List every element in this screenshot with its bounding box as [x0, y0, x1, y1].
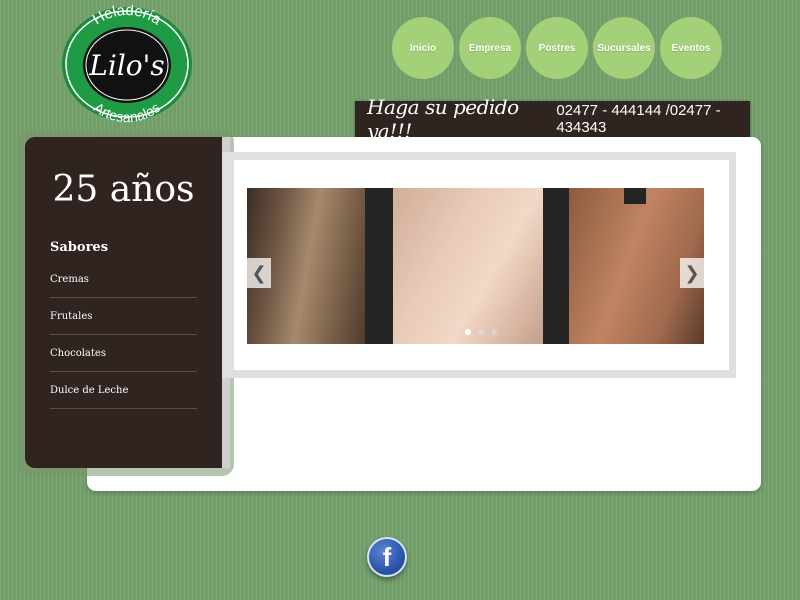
facebook-icon[interactable]: f	[367, 537, 407, 577]
slider-dot[interactable]	[478, 329, 484, 335]
flavor-cremas[interactable]: Cremas	[50, 261, 197, 298]
nav-empresa[interactable]: Empresa	[459, 17, 521, 79]
anniversary-title: 25 años	[52, 169, 195, 210]
flavor-dulce-de-leche[interactable]: Dulce de Leche	[50, 372, 197, 409]
order-phones: 02477 - 444144 /02477 - 434343	[556, 102, 721, 136]
machine-bar	[624, 188, 646, 204]
slider-dot[interactable]	[491, 329, 497, 335]
flavor-chocolates[interactable]: Chocolates	[50, 335, 197, 372]
nav-sucursales[interactable]: Sucursales	[593, 17, 655, 79]
flavors-heading: Sabores	[50, 240, 109, 255]
facebook-letter: f	[382, 541, 392, 572]
logo-badge: Heladería Artesanales Lilo's	[62, 5, 192, 123]
order-banner: Haga su pedido ya!!! 02477 - 444144 /024…	[355, 95, 750, 143]
nav-eventos[interactable]: Eventos	[660, 17, 722, 79]
flavor-list: Cremas Frutales Chocolates Dulce de Lech…	[50, 261, 197, 409]
logo[interactable]: Heladería Artesanales Lilo's	[60, 5, 194, 123]
machine-bar	[543, 188, 569, 344]
nav-inicio[interactable]: Inicio	[392, 17, 454, 79]
slider-dots	[452, 329, 497, 335]
flavor-frutales[interactable]: Frutales	[50, 298, 197, 335]
slider-dot-active[interactable]	[465, 329, 471, 335]
image-slider[interactable]	[247, 188, 704, 344]
chevron-left-icon[interactable]: ❮	[247, 258, 271, 288]
logo-script-text: Lilo's	[88, 49, 164, 82]
machine-bar	[365, 188, 393, 344]
slider-dot[interactable]	[452, 329, 458, 335]
chevron-right-icon[interactable]: ❯	[680, 258, 704, 288]
order-text: Haga su pedido ya!!!	[367, 95, 519, 143]
sidebar: 25 años Sabores Cremas Frutales Chocolat…	[25, 137, 230, 468]
ice-cream-image-pink	[367, 188, 567, 344]
nav-postres[interactable]: Postres	[526, 17, 588, 79]
main-nav: Inicio Empresa Postres Sucursales Evento…	[392, 17, 722, 79]
